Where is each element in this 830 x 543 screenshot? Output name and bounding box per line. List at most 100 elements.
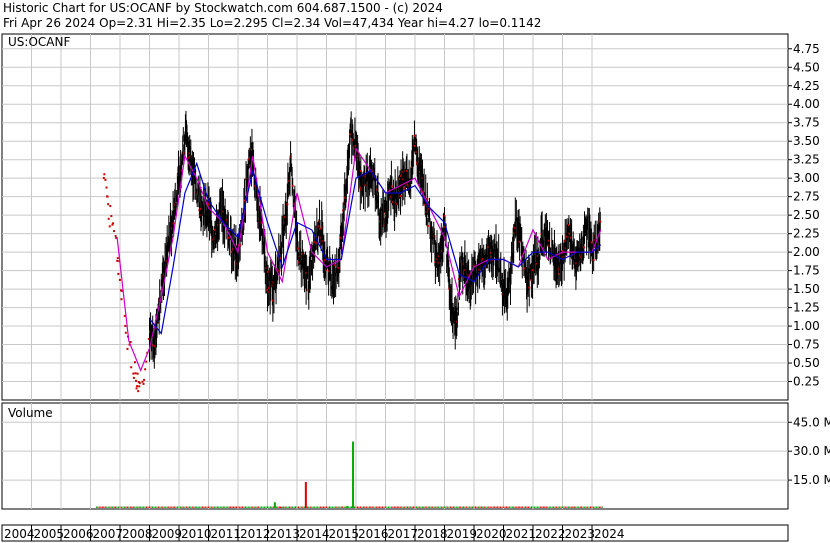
close-dot [102, 177, 105, 180]
close-dot [117, 272, 120, 275]
price-tick-label: 1.75 [793, 264, 820, 278]
year-tick-label: 2013 [270, 527, 301, 541]
close-dot [142, 382, 145, 385]
price-tick-label: 3.25 [793, 153, 820, 167]
price-tick-label: 0.75 [793, 338, 820, 352]
price-tick-label: 4.25 [793, 79, 820, 93]
close-dot [124, 324, 127, 327]
year-tick-label: 2006 [63, 527, 94, 541]
close-dot [359, 169, 362, 172]
close-dot [109, 205, 112, 208]
close-dot [138, 382, 141, 385]
price-tick-label: 2.75 [793, 190, 820, 204]
volume-tick-label: 30.0 M [793, 444, 830, 458]
close-dot [116, 259, 119, 262]
year-tick-label: 2008 [122, 527, 153, 541]
close-dot [114, 235, 117, 238]
year-tick-label: 2023 [565, 527, 596, 541]
price-tick-label: 3.50 [793, 134, 820, 148]
year-tick-label: 2007 [93, 527, 124, 541]
price-tick-label: 4.75 [793, 42, 820, 56]
year-tick-label: 2011 [211, 527, 242, 541]
close-dot [106, 195, 109, 198]
price-tick-label: 3.00 [793, 171, 820, 185]
price-tick-label: 4.50 [793, 60, 820, 74]
close-dot [132, 376, 135, 379]
close-dot [116, 257, 119, 260]
close-dot [133, 361, 136, 364]
volume-axis: 15.0 M 30.0 M 45.0 M [788, 415, 830, 487]
close-dot [141, 380, 144, 383]
close-dot [124, 331, 127, 334]
close-dot [291, 184, 294, 187]
close-dot [278, 269, 281, 272]
year-tick-label: 2020 [476, 527, 507, 541]
close-dot [120, 298, 123, 301]
price-tick-label: 3.75 [793, 116, 820, 130]
close-dot [130, 366, 133, 369]
close-dot [132, 372, 135, 375]
close-dot [108, 225, 111, 228]
close-dot [107, 217, 110, 220]
price-tick-label: 1.00 [793, 319, 820, 333]
close-dot [286, 203, 289, 206]
close-dot [113, 230, 116, 233]
price-axis: 0.25 0.50 0.75 1.00 1.25 1.50 1.75 2.00 2.25 2.50… [788, 42, 820, 389]
year-tick-label: 2014 [299, 527, 330, 541]
close-dot [118, 278, 121, 281]
volume-label: Volume [8, 406, 53, 420]
price-tick-label: 4.00 [793, 97, 820, 111]
year-tick-label: 2018 [417, 527, 448, 541]
close-dot [399, 195, 402, 198]
close-dot [599, 220, 602, 223]
close-dot [107, 203, 110, 206]
volume-tick-label: 45.0 M [793, 415, 830, 429]
year-tick-label: 2021 [506, 527, 537, 541]
year-tick-label: 2005 [34, 527, 65, 541]
symbol-label: US:OCANF [8, 35, 70, 49]
volume-tick-label: 15.0 M [793, 473, 830, 487]
close-dot [105, 186, 108, 189]
year-axis: 2004200520062007200820092010201120122013… [1, 524, 789, 542]
close-dot [172, 222, 175, 225]
close-dot [138, 385, 141, 388]
close-dot [135, 379, 138, 382]
year-tick-label: 2016 [358, 527, 389, 541]
price-tick-label: 2.50 [793, 208, 820, 222]
close-dot [334, 264, 337, 267]
close-dot [136, 385, 139, 388]
close-dot [592, 259, 595, 262]
close-dot [126, 347, 129, 350]
year-tick-label: 2017 [388, 527, 419, 541]
year-tick-label: 2010 [181, 527, 212, 541]
close-dot [390, 185, 393, 188]
close-dot [426, 225, 429, 228]
close-dot [297, 247, 300, 250]
close-dot [137, 390, 140, 393]
year-tick-label: 2009 [152, 527, 183, 541]
price-tick-label: 1.50 [793, 282, 820, 296]
close-dot [144, 368, 147, 371]
close-dot [110, 215, 113, 218]
close-dot [582, 246, 585, 249]
close-dot [111, 222, 114, 225]
close-dot [145, 360, 148, 363]
price-tick-label: 0.50 [793, 356, 820, 370]
volume-panel: 15.0 M 30.0 M 45.0 M Volume [1, 402, 830, 510]
year-tick-label: 2015 [329, 527, 360, 541]
close-dot [413, 134, 416, 137]
price-tick-label: 0.25 [793, 375, 820, 389]
close-dot [134, 372, 137, 375]
stock-chart: 0.25 0.50 0.75 1.00 1.25 1.50 1.75 2.00 2.25 2.50… [1, 33, 830, 542]
close-dot [104, 178, 107, 181]
close-dot [103, 173, 106, 176]
year-tick-label: 2024 [594, 527, 625, 541]
close-dot [528, 286, 531, 289]
close-dot [590, 241, 593, 244]
close-dot [136, 372, 139, 375]
close-dot [426, 197, 429, 200]
year-tick-label: 2022 [535, 527, 566, 541]
year-tick-label: 2019 [447, 527, 478, 541]
year-tick-label: 2004 [4, 527, 35, 541]
price-tick-label: 2.00 [793, 245, 820, 259]
